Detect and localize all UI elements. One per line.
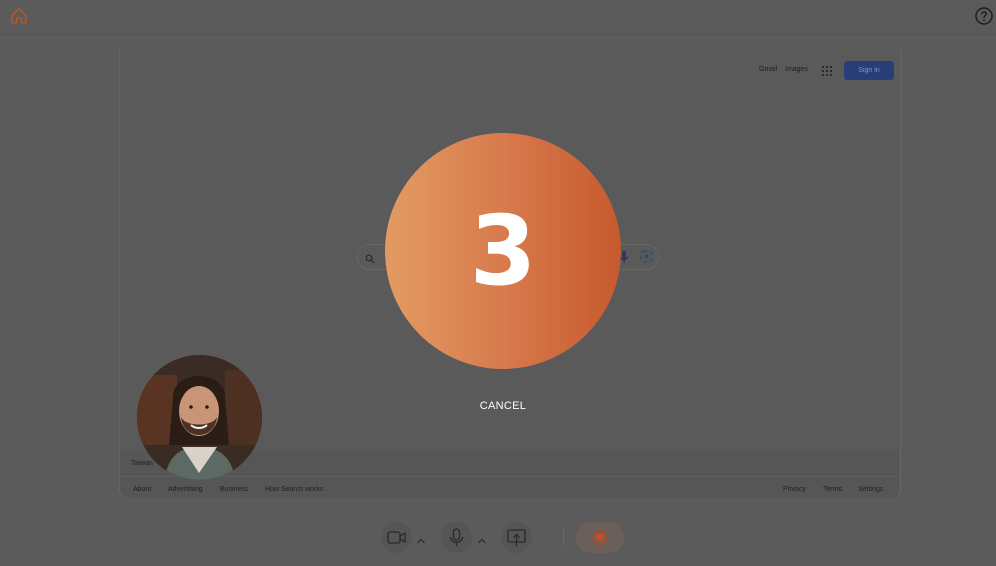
camera-options-chevron-icon[interactable] [416, 532, 426, 544]
footer-link-privacy[interactable]: Privacy [783, 486, 806, 493]
lens-search-icon[interactable] [640, 250, 653, 263]
microphone-icon [449, 528, 464, 546]
footer-link-how-search-works[interactable]: How Search works [265, 486, 323, 493]
sign-in-button[interactable]: Sign in [844, 61, 894, 80]
footer-divider [120, 476, 899, 477]
record-button[interactable] [576, 522, 624, 553]
region-label: Taiwan [131, 460, 153, 467]
images-link[interactable]: Images [785, 66, 808, 73]
gmail-link[interactable]: Gmail [759, 66, 777, 73]
search-icon [365, 251, 375, 264]
microphone-options-chevron-icon[interactable] [477, 532, 487, 544]
camera-toggle-button[interactable] [381, 522, 412, 553]
webcam-preview[interactable] [137, 355, 262, 480]
cancel-button[interactable]: CANCEL [470, 400, 536, 416]
microphone-toggle-button[interactable] [441, 522, 472, 553]
toolbar-divider [563, 528, 564, 546]
footer-link-advertising[interactable]: Advertising [168, 486, 203, 493]
top-bar [0, 0, 996, 35]
share-screen-button[interactable] [501, 522, 532, 553]
share-screen-icon [507, 529, 526, 546]
footer-link-settings[interactable]: Settings [858, 486, 883, 493]
footer-link-business[interactable]: Business [220, 486, 248, 493]
video-camera-icon [387, 531, 406, 544]
countdown-circle: 3 [385, 133, 621, 369]
record-icon [592, 530, 608, 545]
home-icon[interactable] [9, 6, 29, 26]
help-icon[interactable] [974, 6, 994, 26]
apps-grid-icon[interactable] [821, 64, 833, 76]
countdown-number: 3 [469, 195, 537, 307]
footer-link-terms[interactable]: Terms [823, 486, 842, 493]
footer-link-about[interactable]: About [133, 486, 151, 493]
